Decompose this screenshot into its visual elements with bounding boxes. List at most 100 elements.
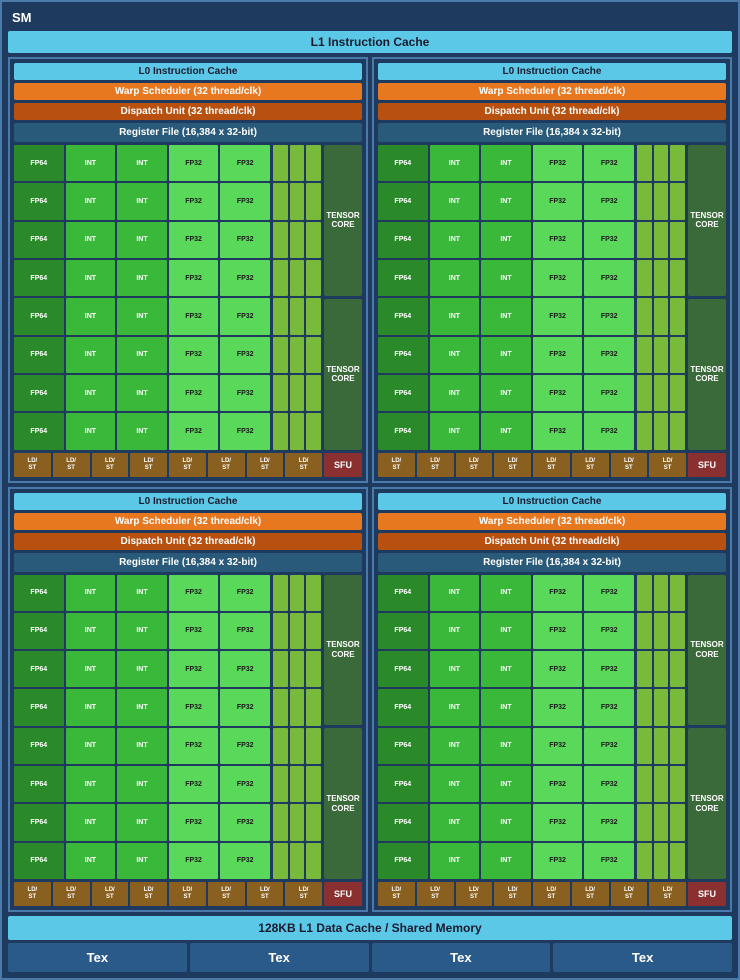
int: INT [66,298,116,334]
ld-st: LD/ST [208,453,245,477]
l0-cache-4: L0 Instruction Cache [378,493,726,510]
dispatch-unit-3: Dispatch Unit (32 thread/clk) [14,533,362,550]
bottom-bar: 128KB L1 Data Cache / Shared Memory Tex … [8,916,732,972]
int: INT [117,337,167,373]
fp32: FP32 [169,145,219,181]
fp32: FP32 [169,222,219,258]
tex-2: Tex [190,943,369,972]
fp-int-grid-4: FP64INTINTFP32FP32 FP64INTINTFP32FP32 FP… [378,575,634,880]
fp64: FP64 [14,298,64,334]
tensor-col-4: TENSORCORE TENSORCORE [688,575,726,880]
fp64: FP64 [14,375,64,411]
tex-row: Tex Tex Tex Tex [8,943,732,972]
fp32: FP32 [220,413,270,449]
warp-scheduler-3: Warp Scheduler (32 thread/clk) [14,513,362,530]
int: INT [66,375,116,411]
sub-unit-3: L0 Instruction Cache Warp Scheduler (32 … [8,487,368,913]
sm-container: SM L1 Instruction Cache L0 Instruction C… [0,0,740,980]
tensor-core-1: TENSORCORE [324,145,362,296]
l0-cache-3: L0 Instruction Cache [14,493,362,510]
int: INT [117,183,167,219]
int: INT [66,183,116,219]
ld-st-row-4: LD/ST LD/ST LD/ST LD/ST LD/ST LD/ST LD/S… [378,882,726,906]
register-file-4: Register File (16,384 x 32-bit) [378,553,726,572]
tensor-core-7: TENSORCORE [688,575,726,726]
sub-unit-1: L0 Instruction Cache Warp Scheduler (32 … [8,57,368,483]
tex-1: Tex [8,943,187,972]
core-area-1: FP64 INT INT FP32 FP32 FP64 INT INT FP32… [14,145,362,450]
extra-grid-3 [273,575,321,880]
fp64: FP64 [14,222,64,258]
fp-int-grid-2: FP64INTINTFP32FP32 FP64INTINTFP32FP32 FP… [378,145,634,450]
ld-st: LD/ST [285,453,322,477]
int: INT [66,260,116,296]
quad-grid: L0 Instruction Cache Warp Scheduler (32 … [8,57,732,912]
fp32: FP32 [220,145,270,181]
fp32: FP32 [220,222,270,258]
fp32: FP32 [169,375,219,411]
fp32: FP32 [220,298,270,334]
fp32: FP32 [220,260,270,296]
tensor-col-2: TENSORCORE TENSORCORE [688,145,726,450]
sub-unit-2: L0 Instruction Cache Warp Scheduler (32 … [372,57,732,483]
l0-cache-2: L0 Instruction Cache [378,63,726,80]
ld-st-row-2: LD/ST LD/ST LD/ST LD/ST LD/ST LD/ST LD/S… [378,453,726,477]
core-area-4: FP64INTINTFP32FP32 FP64INTINTFP32FP32 FP… [378,575,726,880]
fp32: FP32 [220,337,270,373]
l1-instruction-cache: L1 Instruction Cache [8,31,732,53]
tensor-core-8: TENSORCORE [688,728,726,879]
sfu-2: SFU [688,453,726,477]
fp32: FP32 [169,337,219,373]
extra-grid-1 [273,145,321,450]
int: INT [66,413,116,449]
dispatch-unit-2: Dispatch Unit (32 thread/clk) [378,103,726,120]
sfu-4: SFU [688,882,726,906]
fp64: FP64 [14,413,64,449]
l1-data-cache: 128KB L1 Data Cache / Shared Memory [8,916,732,940]
ld-st: LD/ST [130,453,167,477]
int: INT [66,145,116,181]
core-area-2: FP64INTINTFP32FP32 FP64INTINTFP32FP32 FP… [378,145,726,450]
fp32: FP32 [169,260,219,296]
int: INT [117,145,167,181]
sfu-1: SFU [324,453,362,477]
fp32: FP32 [169,298,219,334]
int: INT [117,413,167,449]
extra-grid-4 [637,575,685,880]
l0-cache-1: L0 Instruction Cache [14,63,362,80]
dispatch-unit-1: Dispatch Unit (32 thread/clk) [14,103,362,120]
ld-st-row-1: LD/ST LD/ST LD/ST LD/ST LD/ST LD/ST LD/S… [14,453,362,477]
int: INT [117,260,167,296]
int: INT [117,375,167,411]
sm-title: SM [8,8,732,27]
extra-grid-2 [637,145,685,450]
warp-scheduler-1: Warp Scheduler (32 thread/clk) [14,83,362,100]
fp32: FP32 [169,413,219,449]
ld-st-row-3: LD/ST LD/ST LD/ST LD/ST LD/ST LD/ST LD/S… [14,882,362,906]
tensor-core-5: TENSORCORE [324,575,362,726]
warp-scheduler-2: Warp Scheduler (32 thread/clk) [378,83,726,100]
ld-st: LD/ST [14,453,51,477]
dispatch-unit-4: Dispatch Unit (32 thread/clk) [378,533,726,550]
int: INT [117,222,167,258]
tex-4: Tex [553,943,732,972]
tensor-core-6: TENSORCORE [324,728,362,879]
tensor-core-3: TENSORCORE [688,145,726,296]
ld-st: LD/ST [53,453,90,477]
fp64: FP64 [14,337,64,373]
fp64: FP64 [14,145,64,181]
ld-st: LD/ST [169,453,206,477]
register-file-3: Register File (16,384 x 32-bit) [14,553,362,572]
core-area-3: FP64INTINTFP32FP32 FP64INTINTFP32FP32 FP… [14,575,362,880]
tensor-core-2: TENSORCORE [324,299,362,450]
int: INT [66,337,116,373]
fp64: FP64 [14,183,64,219]
sub-unit-4: L0 Instruction Cache Warp Scheduler (32 … [372,487,732,913]
fp64: FP64 [14,260,64,296]
sfu-3: SFU [324,882,362,906]
fp32: FP32 [220,183,270,219]
register-file-2: Register File (16,384 x 32-bit) [378,123,726,142]
warp-scheduler-4: Warp Scheduler (32 thread/clk) [378,513,726,530]
tensor-col-3: TENSORCORE TENSORCORE [324,575,362,880]
tex-3: Tex [372,943,551,972]
